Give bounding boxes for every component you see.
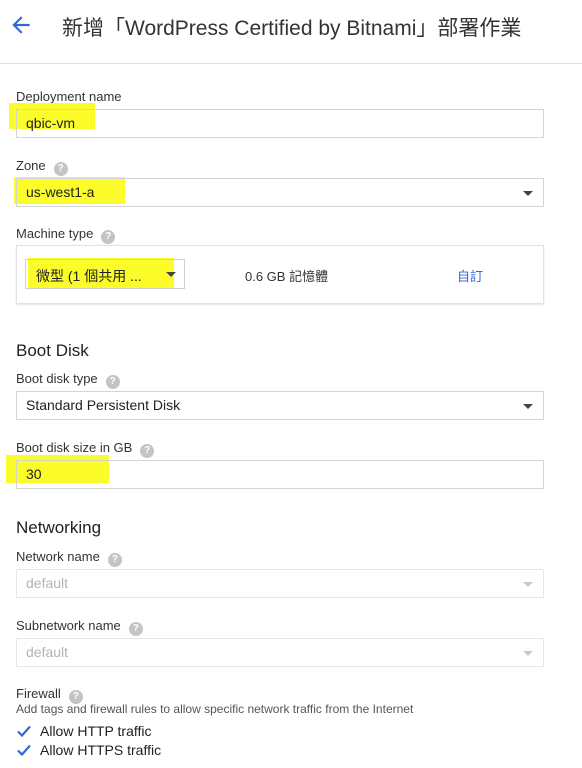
- zone-select[interactable]: us-west1-a: [16, 178, 544, 207]
- caret-down-icon: [523, 404, 533, 409]
- caret-down-icon: [523, 651, 533, 656]
- firewall-label-text: Firewall: [16, 686, 61, 701]
- caret-down-icon: [166, 272, 176, 277]
- boot-disk-type-label: Boot disk type?: [16, 371, 120, 389]
- customize-link[interactable]: 自訂: [457, 266, 483, 285]
- boot-disk-size-label-text: Boot disk size in GB: [16, 440, 133, 455]
- help-icon[interactable]: ?: [140, 444, 155, 458]
- zone-value: us-west1-a: [26, 184, 95, 200]
- allow-https-label: Allow HTTPS traffic: [40, 742, 162, 758]
- machine-type-select[interactable]: 微型 (1 個共用 ...: [25, 259, 185, 289]
- page-header: 新增「WordPress Certified by Bitnami」部署作業: [0, 0, 582, 64]
- help-icon[interactable]: ?: [105, 375, 120, 389]
- help-icon[interactable]: ?: [107, 553, 122, 567]
- machine-type-label: Machine type?: [16, 226, 116, 244]
- zone-label: Zone?: [16, 158, 68, 176]
- boot-disk-type-select[interactable]: Standard Persistent Disk: [16, 391, 544, 420]
- help-icon[interactable]: ?: [128, 622, 143, 636]
- help-icon[interactable]: ?: [53, 162, 68, 176]
- network-name-select[interactable]: default: [16, 569, 544, 598]
- deployment-name-label: Deployment name: [16, 89, 122, 104]
- boot-disk-size-value: 30: [26, 466, 42, 482]
- machine-type-card: 微型 (1 個共用 ... 0.6 GB 記憶體 自訂: [16, 245, 544, 304]
- deployment-name-input[interactable]: qbic-vm: [16, 109, 544, 138]
- networking-heading: Networking: [16, 518, 102, 537]
- allow-http-label: Allow HTTP traffic: [40, 723, 152, 739]
- checkbox-checked-icon[interactable]: [16, 723, 32, 739]
- machine-type-label-text: Machine type: [16, 226, 94, 241]
- subnetwork-name-label: Subnetwork name?: [16, 618, 143, 636]
- subnetwork-name-select[interactable]: default: [16, 638, 544, 667]
- deployment-name-value: qbic-vm: [26, 115, 76, 131]
- network-name-value: default: [26, 575, 69, 591]
- zone-label-text: Zone: [16, 158, 46, 173]
- page-title: 新增「WordPress Certified by Bitnami」部署作業: [62, 17, 522, 40]
- caret-down-icon: [523, 582, 533, 587]
- arrow-back-icon[interactable]: [8, 12, 34, 38]
- machine-type-value: 微型 (1 個共用 ...: [36, 268, 142, 284]
- network-name-label-text: Network name: [16, 549, 100, 564]
- subnetwork-name-value: default: [26, 644, 69, 660]
- help-icon[interactable]: ?: [101, 230, 116, 244]
- caret-down-icon: [523, 191, 533, 196]
- network-name-label: Network name?: [16, 549, 122, 567]
- boot-disk-type-label-text: Boot disk type: [16, 371, 98, 386]
- memory-text: 0.6 GB 記憶體: [245, 269, 329, 284]
- checkbox-checked-icon[interactable]: [16, 742, 32, 758]
- boot-disk-type-value: Standard Persistent Disk: [26, 397, 181, 413]
- subnetwork-name-label-text: Subnetwork name: [16, 618, 121, 633]
- firewall-description: Add tags and firewall rules to allow spe…: [16, 702, 414, 716]
- boot-disk-heading: Boot Disk: [16, 341, 89, 360]
- boot-disk-size-input[interactable]: 30: [16, 460, 544, 489]
